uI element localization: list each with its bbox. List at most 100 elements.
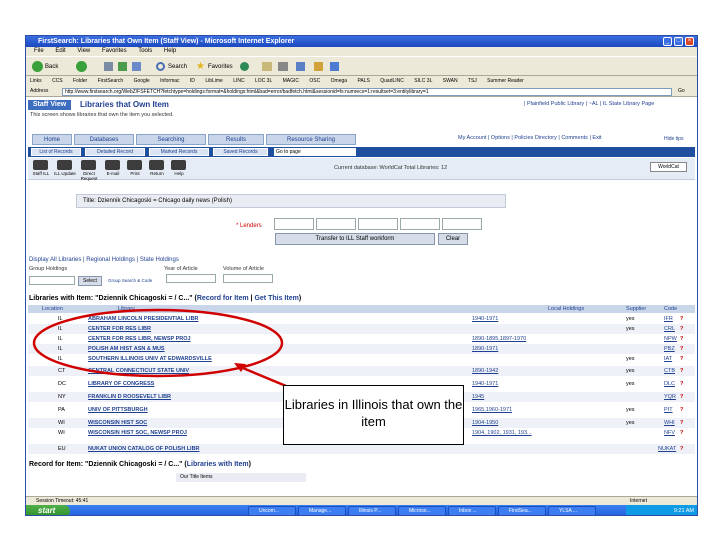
search-label[interactable]: Search — [168, 64, 187, 70]
list-of-records-button[interactable]: List of Records — [31, 148, 81, 156]
task-button[interactable]: FirstSea... — [498, 506, 546, 515]
link-google[interactable]: Google — [134, 78, 150, 84]
refresh-icon[interactable] — [118, 62, 127, 71]
link-loc[interactable]: LOC 3L — [255, 78, 272, 84]
link-osc[interactable]: OSC — [309, 78, 320, 84]
row-help-icon[interactable]: ? — [680, 366, 683, 376]
edit-icon[interactable] — [296, 62, 305, 71]
print-icon[interactable] — [278, 62, 288, 71]
tab-results[interactable]: Results — [208, 134, 264, 145]
row-code[interactable]: NFV — [664, 428, 675, 438]
lender-field-4[interactable] — [400, 218, 440, 230]
task-button[interactable]: Illinois P... — [348, 506, 396, 515]
account-links[interactable]: My Account | Options | Policies Director… — [458, 135, 602, 141]
menu-edit[interactable]: Edit — [55, 48, 65, 54]
ill-update-icon[interactable] — [57, 160, 72, 170]
marked-records-button[interactable]: Marked Records — [149, 148, 209, 156]
staff-ill-icon[interactable] — [33, 160, 48, 170]
row-library[interactable]: SOUTHERN ILLINOIS UNIV AT EDWARDSVILLE — [88, 354, 212, 364]
media-icon[interactable] — [240, 62, 249, 71]
row-holdings[interactable]: 1890-1942 — [472, 366, 498, 376]
top-links[interactable]: | Plainfield Public Library | ~AL | IL S… — [524, 101, 654, 107]
search-codes-link[interactable]: Group Search & Code — [108, 278, 152, 283]
row-code[interactable]: IFR — [664, 314, 673, 324]
minimize-button[interactable]: _ — [663, 37, 672, 46]
row-holdings[interactable]: 1940-1971 — [472, 379, 498, 389]
row-help-icon[interactable]: ? — [680, 324, 683, 334]
direct-request-icon[interactable] — [81, 160, 96, 170]
select-button[interactable]: Select — [78, 276, 102, 286]
row-library[interactable]: FRANKLIN D ROOSEVELT LIBR — [88, 392, 171, 402]
link-tsj[interactable]: TSJ — [468, 78, 477, 84]
go-button[interactable]: Go — [678, 86, 685, 97]
row-library[interactable]: LIBRARY OF CONGRESS — [88, 379, 154, 389]
row-code[interactable]: NUKAT — [658, 444, 676, 454]
close-button[interactable]: × — [685, 37, 694, 46]
tab-resource-sharing[interactable]: Resource Sharing — [266, 134, 356, 145]
lender-field-2[interactable] — [316, 218, 356, 230]
task-button[interactable]: YLSA ... — [548, 506, 596, 515]
clear-button[interactable]: Clear — [438, 233, 468, 245]
task-button[interactable]: Inbox ... — [448, 506, 496, 515]
volume-input[interactable] — [223, 274, 273, 283]
col-code[interactable]: Code — [664, 305, 677, 313]
link-magic[interactable]: MAGIC — [283, 78, 299, 84]
link-folder[interactable]: Folder — [73, 78, 87, 84]
link-summer-reader[interactable]: Summer Reader — [487, 78, 524, 84]
menu-file[interactable]: File — [34, 48, 44, 54]
row-code[interactable]: CRL — [664, 324, 675, 334]
row-code[interactable]: DLC — [664, 379, 675, 389]
row-code[interactable]: CTB — [664, 366, 675, 376]
col-supplier[interactable]: Supplier — [626, 305, 646, 313]
row-help-icon[interactable]: ? — [680, 405, 683, 415]
link-omega[interactable]: Omega — [331, 78, 347, 84]
row-code[interactable]: NPW — [664, 334, 677, 344]
goto-page-select[interactable]: Go to page — [274, 148, 356, 156]
row-holdings[interactable]: 1890-1895,1897-1970 — [472, 334, 526, 344]
menu-help[interactable]: Help — [164, 48, 176, 54]
row-library[interactable]: WISCONSIN HIST SOC — [88, 418, 147, 428]
detailed-record-button[interactable]: Detailed Record — [85, 148, 145, 156]
start-button[interactable]: start — [26, 505, 70, 515]
return-icon[interactable] — [149, 160, 164, 170]
link-firstsearch[interactable]: FirstSearch — [98, 78, 124, 84]
home-icon[interactable] — [132, 62, 141, 71]
row-holdings[interactable]: 1904, 1902, 1931, 193... — [472, 428, 532, 438]
row-library[interactable]: CENTER FOR RES LIBR — [88, 324, 151, 334]
lender-field-1[interactable] — [274, 218, 314, 230]
link-linc[interactable]: LINC — [233, 78, 244, 84]
back-label[interactable]: Back — [45, 64, 58, 70]
row-help-icon[interactable]: ? — [680, 334, 683, 344]
row-code[interactable]: IAT — [664, 354, 672, 364]
task-button[interactable]: Microso... — [398, 506, 446, 515]
lender-field-5[interactable] — [442, 218, 482, 230]
print-icon[interactable] — [127, 160, 142, 170]
row-code[interactable]: YQR — [664, 392, 676, 402]
row-help-icon[interactable]: ? — [680, 392, 683, 402]
star-icon[interactable]: ★ — [196, 62, 205, 72]
row-help-icon[interactable]: ? — [680, 444, 683, 454]
record-for-item-link[interactable]: Record for Item — [197, 295, 249, 302]
row-library[interactable]: CENTRAL CONNECTICUT STATE UNIV — [88, 366, 189, 376]
row-code[interactable]: PBZ — [664, 344, 675, 354]
search-icon[interactable] — [156, 62, 165, 71]
stop-icon[interactable] — [104, 62, 113, 71]
row-help-icon[interactable]: ? — [680, 418, 683, 428]
link-swan[interactable]: SWAN — [443, 78, 458, 84]
tab-databases[interactable]: Databases — [74, 134, 134, 145]
tab-home[interactable]: Home — [32, 134, 72, 145]
get-item-link[interactable]: Get This Item — [254, 295, 298, 302]
row-help-icon[interactable]: ? — [680, 428, 683, 438]
col-location[interactable]: Location — [42, 305, 63, 313]
row-holdings[interactable]: 1945 — [472, 392, 484, 402]
email-icon[interactable] — [105, 160, 120, 170]
link-silc[interactable]: SILC 3L — [414, 78, 432, 84]
row-holdings[interactable]: 1965,1960-1971 — [472, 405, 512, 415]
folder-icon[interactable] — [314, 62, 323, 71]
row-holdings[interactable]: 1940-1971 — [472, 314, 498, 324]
help-icon[interactable] — [171, 160, 186, 170]
back-icon[interactable] — [32, 61, 43, 72]
menu-view[interactable]: View — [77, 48, 90, 54]
mail-icon[interactable] — [262, 62, 272, 71]
col-local-holdings[interactable]: Local Holdings — [548, 305, 584, 313]
